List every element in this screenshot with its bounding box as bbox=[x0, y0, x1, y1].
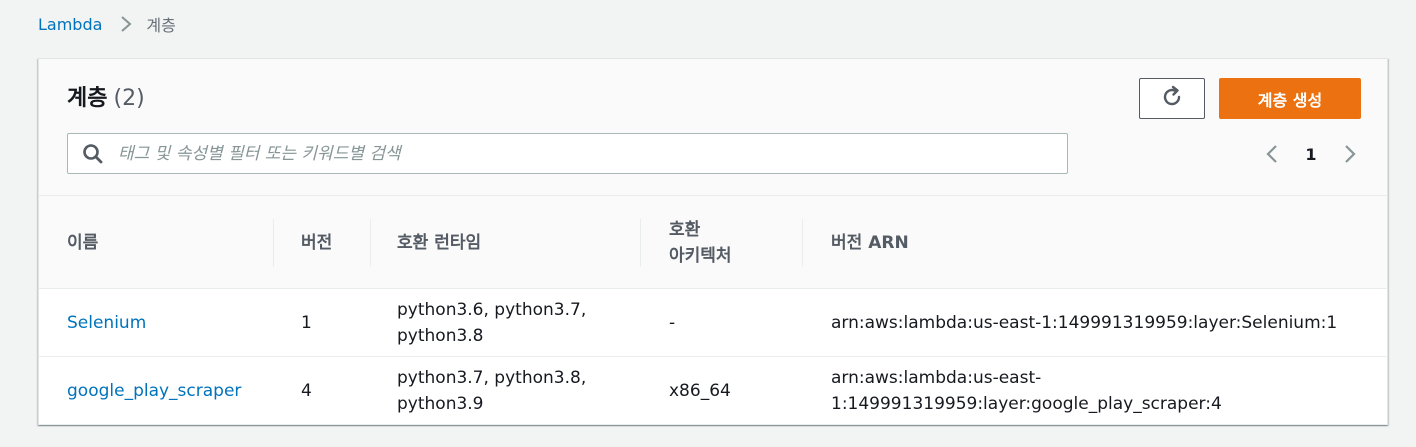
layer-runtimes: python3.7, python3.8, python3.9 bbox=[397, 358, 586, 424]
column-header-architecture-line1: 호환 bbox=[669, 219, 701, 240]
refresh-icon bbox=[1160, 85, 1184, 113]
create-layer-button[interactable]: 계층 생성 bbox=[1219, 78, 1361, 119]
layer-architecture: x86_64 bbox=[669, 381, 731, 401]
chevron-right-icon[interactable] bbox=[1339, 139, 1361, 169]
column-divider bbox=[802, 219, 803, 267]
search-icon bbox=[68, 143, 118, 165]
breadcrumb-lambda-link[interactable]: Lambda bbox=[38, 15, 102, 34]
layer-arn-line1: arn:aws:lambda:us-east-1:149991319959:la… bbox=[831, 313, 1338, 333]
layer-runtimes-line2: python3.9 bbox=[397, 394, 484, 414]
layer-runtimes-line1: python3.7, python3.8, bbox=[397, 368, 587, 388]
chevron-right-icon bbox=[120, 15, 132, 33]
breadcrumb-current: 계층 bbox=[146, 16, 176, 35]
breadcrumb: Lambda 계층 bbox=[38, 12, 176, 36]
refresh-button[interactable] bbox=[1139, 78, 1205, 119]
column-header-runtime[interactable]: 호환 런타임 bbox=[397, 196, 481, 289]
column-header-architecture[interactable]: 호환 아키텍처 bbox=[669, 196, 732, 289]
table-header: 이름 버전 호환 런타임 호환 아키텍처 버전 ARN bbox=[39, 196, 1387, 289]
page-title: 계층 (2) bbox=[67, 83, 145, 115]
column-divider bbox=[273, 219, 274, 267]
layer-arn-line1: arn:aws:lambda:us-east- bbox=[831, 368, 1042, 388]
layers-panel: 계층(2) 계층 생성 1 bbox=[38, 58, 1388, 425]
column-header-arn[interactable]: 버전 ARN bbox=[831, 196, 909, 289]
layer-version: 4 bbox=[301, 381, 312, 401]
panel-header: 계층(2) 계층 생성 1 bbox=[39, 59, 1387, 196]
chevron-left-icon[interactable] bbox=[1261, 139, 1283, 169]
pagination: 1 bbox=[1261, 139, 1361, 169]
layer-name-link[interactable]: google_play_scraper bbox=[67, 358, 241, 424]
column-divider bbox=[640, 219, 641, 267]
title-count: (2) bbox=[113, 86, 145, 111]
layer-architecture: - bbox=[669, 313, 676, 333]
column-header-architecture-line2: 아키텍처 bbox=[669, 245, 732, 266]
layer-name-link[interactable]: Selenium bbox=[67, 290, 146, 356]
layer-runtimes-line2: python3.8 bbox=[397, 326, 484, 346]
column-header-version[interactable]: 버전 bbox=[301, 196, 332, 289]
title-text: 계층 bbox=[67, 86, 108, 111]
layer-arn: arn:aws:lambda:us-east- 1:149991319959:l… bbox=[831, 358, 1222, 424]
page-number[interactable]: 1 bbox=[1305, 145, 1316, 164]
search-input[interactable] bbox=[118, 134, 1067, 173]
layer-runtimes-line1: python3.6, python3.7, bbox=[397, 300, 587, 320]
table-row: google_play_scraper 4 python3.7, python3… bbox=[39, 358, 1387, 425]
column-divider bbox=[370, 219, 371, 267]
column-header-name[interactable]: 이름 bbox=[67, 196, 98, 289]
layer-arn: arn:aws:lambda:us-east-1:149991319959:la… bbox=[831, 290, 1337, 356]
layer-arn-line2: 1:149991319959:layer:google_play_scraper… bbox=[831, 394, 1222, 414]
table-row: Selenium 1 python3.6, python3.7, python3… bbox=[39, 290, 1387, 357]
layer-version: 1 bbox=[301, 313, 312, 333]
search-box bbox=[67, 133, 1068, 174]
layer-runtimes: python3.6, python3.7, python3.8 bbox=[397, 290, 586, 356]
